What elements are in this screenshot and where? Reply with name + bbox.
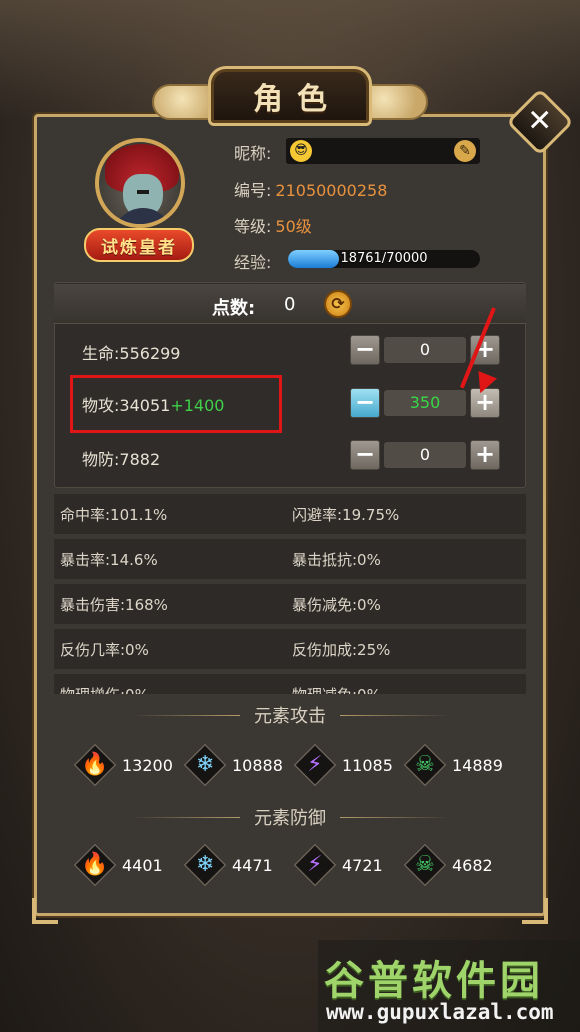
attribute-cell: 暴击伤害:168% [60,595,168,614]
ice-icon: ❄ [183,743,227,787]
attribute-cell: 物理增伤:0% [54,684,290,695]
element-value: 4401 [122,855,163,875]
watermark-url: www.gupuxlazal.com [326,1000,554,1024]
element-attack-lightning: ⚡ 11085 [293,740,404,790]
id-value: 21050000258 [275,181,388,200]
element-defense-ice: ❄ 4471 [183,840,294,890]
element-attack-ice: ❄ 10888 [183,740,294,790]
attribute-cell: 暴伤减免:0% [292,595,381,614]
element-defense-heading: 元素防御 [254,808,326,829]
title-banner: 角色 [152,62,428,132]
attribute-row: 命中率:101.1% 闪避率:19.75% [54,494,526,534]
points-value: 0 [284,294,296,315]
attribute-cell: 物理减免:0% [290,684,526,695]
attack-alloc-value: 350 [384,390,466,416]
close-icon: ✕ [527,103,553,139]
defense-stepper: − 0 + [350,440,500,470]
element-attack-heading: 元素攻击 [254,706,326,727]
title-plate: 角色 [208,66,372,126]
lightning-icon: ⚡ [293,743,337,787]
lightning-icon: ⚡ [293,843,337,887]
watermark-title: 谷普软件园 [324,958,544,1004]
nickname-label: 昵称: [234,144,272,163]
attribute-cell: 暴击率:14.6% [60,550,158,569]
stat-defense-label: 物防: [82,450,120,469]
ice-icon: ❄ [183,843,227,887]
fire-icon: 🔥 [73,843,117,887]
attribute-cell: 反伤几率:0% [60,640,149,659]
element-value: 4721 [342,855,383,875]
element-value: 4471 [232,855,273,875]
element-value: 11085 [342,755,393,775]
element-defense-lightning: ⚡ 4721 [293,840,404,890]
element-attack-fire: 🔥 13200 [73,740,184,790]
attribute-cell: 暴击抵抗:0% [292,550,381,569]
hp-alloc-value: 0 [384,337,466,363]
element-value: 13200 [122,755,173,775]
element-defense-row: 🔥 4401 ❄ 4471 ⚡ 4721 ☠ 4682 [73,840,514,890]
element-attack-poison: ☠ 14889 [403,740,514,790]
element-defense-poison: ☠ 4682 [403,840,514,890]
element-value: 10888 [232,755,283,775]
defense-alloc-value: 0 [384,442,466,468]
panel-corner-ornament [522,898,548,924]
element-attack-row: 🔥 13200 ❄ 10888 ⚡ 11085 ☠ 14889 [73,740,514,790]
attribute-cell: 反伤加成:25% [292,640,391,659]
exp-progress-bar: 18761/70000 [288,250,480,268]
rank-badge: 试炼皇者 [84,228,194,262]
level-label: 等级: [234,217,272,236]
poison-skull-icon: ☠ [403,743,447,787]
stat-hp-value: 556299 [119,344,181,363]
stat-defense-value: 7882 [119,450,161,469]
stat-hp-label: 生命: [82,344,120,363]
element-value: 14889 [452,755,503,775]
poison-skull-icon: ☠ [403,843,447,887]
attribute-row: 反伤几率:0% 反伤加成:25% [54,629,526,669]
sunglasses-emoji-icon: 😎 [290,140,312,162]
defense-minus-button[interactable]: − [350,440,380,470]
attribute-cell: 命中率:101.1% [60,505,168,524]
id-label: 编号: [234,181,272,200]
attack-minus-button[interactable]: − [350,388,380,418]
points-label: 点数: [212,298,256,319]
attribute-row: 暴击率:14.6% 暴击抵抗:0% [54,539,526,579]
element-value: 4682 [452,855,493,875]
edit-nickname-icon[interactable]: ✎ [454,140,476,162]
exp-label: 经验: [234,253,272,272]
panel-corner-ornament [32,898,58,924]
id-row: 编号: 21050000258 [234,177,387,201]
highlight-box-annotation [70,375,282,433]
defense-plus-button[interactable]: + [470,440,500,470]
element-defense-fire: 🔥 4401 [73,840,184,890]
attribute-row: 暴击伤害:168% 暴伤减免:0% [54,584,526,624]
page-title: 角色 [253,82,341,117]
fire-icon: 🔥 [73,743,117,787]
element-attack-title: 元素攻击 [54,700,526,730]
reset-points-button[interactable]: ⟳ [324,290,352,318]
level-row: 等级: 50级 [234,213,312,237]
stat-hp: 生命:556299 [82,340,180,364]
element-defense-title: 元素防御 [54,802,526,832]
hp-minus-button[interactable]: − [350,335,380,365]
exp-text: 18761/70000 [340,251,428,266]
stat-defense: 物防:7882 [82,446,160,470]
attribute-list[interactable]: 命中率:101.1% 闪避率:19.75% 暴击率:14.6% 暴击抵抗:0% … [54,494,526,694]
avatar[interactable] [95,138,185,228]
attribute-row: 物理增伤:0% 物理减免:0% [54,674,526,694]
nickname-field[interactable]: 😎 ✎ [286,138,480,164]
level-value: 50级 [275,217,312,236]
attribute-cell: 闪避率:19.75% [292,505,400,524]
